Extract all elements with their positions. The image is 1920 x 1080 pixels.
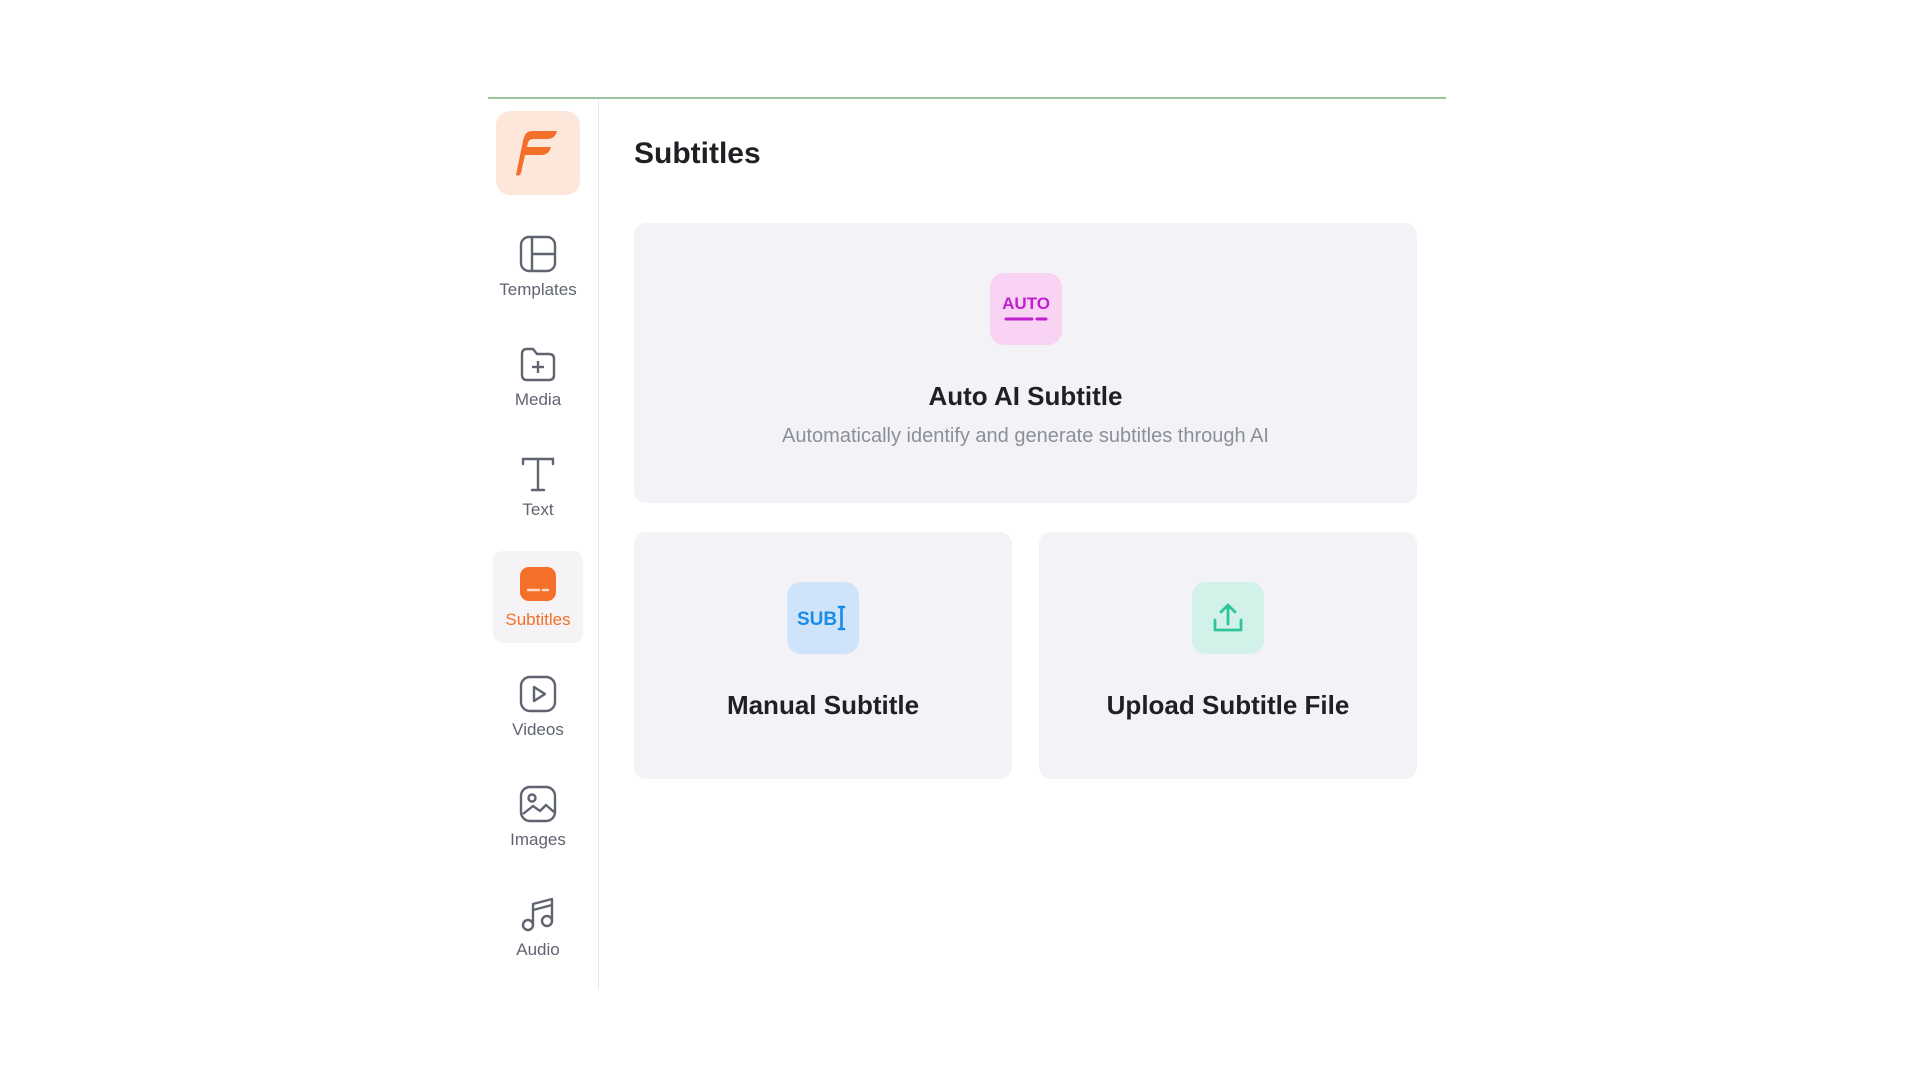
sidebar-item-label: Subtitles [505, 610, 571, 629]
sidebar: Templates Media Text Subtitles Videos Im… [488, 99, 599, 990]
manual-icon-label: SUB [797, 609, 837, 630]
sidebar-item-label: Media [514, 390, 562, 409]
subtitles-icon [518, 564, 558, 604]
sidebar-item-subtitles[interactable]: Subtitles [493, 551, 583, 643]
card-title: Upload Subtitle File [1106, 690, 1350, 720]
brand-f-logo-icon [516, 131, 557, 176]
auto-subtitle-icon: AUTO [989, 273, 1062, 345]
sidebar-item-media[interactable]: Media [493, 331, 583, 423]
sidebar-item-images[interactable]: Images [493, 771, 583, 863]
sidebar-item-label: Videos [512, 720, 564, 739]
app-logo[interactable] [496, 111, 580, 195]
image-icon [518, 784, 558, 824]
text-t-icon [518, 454, 558, 494]
sidebar-item-label: Text [522, 500, 554, 519]
templates-icon [518, 234, 558, 274]
sidebar-item-label: Templates [499, 280, 577, 299]
card-description: Automatically identify and generate subt… [782, 425, 1269, 447]
subtitles-panel: Subtitles AUTO Auto AI Subtitle Automati… [599, 99, 1446, 990]
app-frame: Templates Media Text Subtitles Videos Im… [488, 97, 1446, 990]
upload-subtitle-file-card[interactable]: Upload Subtitle File [1039, 532, 1417, 779]
upload-icon [1192, 582, 1264, 654]
sidebar-item-templates[interactable]: Templates [493, 221, 583, 313]
page-title: Subtitles [634, 137, 761, 170]
sidebar-item-label: Audio [516, 940, 560, 959]
manual-subtitle-icon: SUB [787, 582, 859, 654]
card-title: Manual Subtitle [726, 690, 920, 720]
music-note-icon [518, 894, 558, 934]
auto-ai-subtitle-card[interactable]: AUTO Auto AI Subtitle Automatically iden… [634, 223, 1417, 503]
video-play-icon [518, 674, 558, 714]
sidebar-item-videos[interactable]: Videos [493, 661, 583, 753]
sidebar-item-text[interactable]: Text [493, 441, 583, 533]
folder-plus-icon [518, 344, 558, 384]
sidebar-item-label: Images [510, 830, 566, 849]
sidebar-item-audio[interactable]: Audio [493, 881, 583, 973]
card-title: Auto AI Subtitle [928, 381, 1123, 411]
auto-icon-label: AUTO [1002, 294, 1050, 313]
manual-subtitle-card[interactable]: SUB Manual Subtitle [634, 532, 1012, 779]
